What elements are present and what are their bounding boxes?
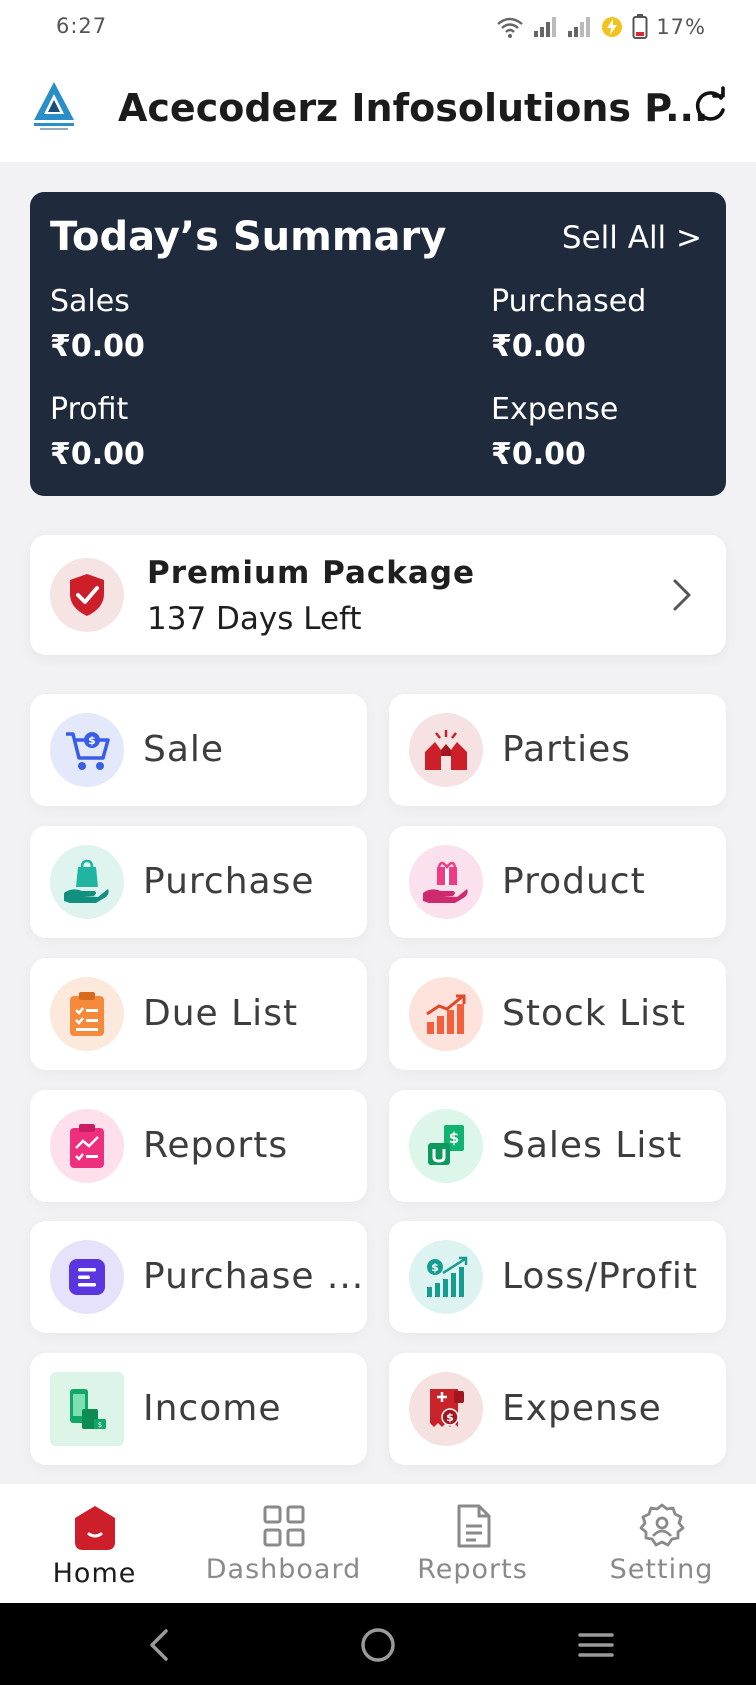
nav-dashboard[interactable]: Dashboard <box>189 1484 378 1603</box>
tile-purchase-list[interactable]: Purchase ... <box>30 1221 367 1333</box>
tile-label: Expense <box>502 1388 662 1429</box>
document-icon <box>457 1504 490 1548</box>
logo-icon <box>34 82 74 130</box>
todays-summary-card: Today’s Summary Sell All > Sales ₹0.00 P… <box>30 192 726 496</box>
summary-purchased: Purchased ₹0.00 <box>491 284 646 364</box>
premium-days-left: 137 Days Left <box>147 601 362 637</box>
mobile-money-icon: $ <box>50 1372 124 1446</box>
home-circle-icon[interactable] <box>356 1623 400 1667</box>
tile-label: Loss/Profit <box>502 1256 698 1297</box>
summary-profit: Profit ₹0.00 <box>50 392 145 472</box>
expense-label: Expense <box>491 392 619 427</box>
sales-label: Sales <box>50 284 130 319</box>
tile-stock-list[interactable]: Stock List <box>389 958 726 1070</box>
chevron-right-icon <box>673 579 691 611</box>
tile-sale[interactable]: $ Sale <box>30 694 367 806</box>
battery-saver-icon <box>602 17 623 37</box>
summary-sales: Sales ₹0.00 <box>50 284 145 364</box>
purchased-value: ₹0.00 <box>491 329 586 364</box>
premium-title: Premium Package <box>147 555 476 591</box>
battery-icon <box>632 14 648 39</box>
company-logo[interactable] <box>30 80 78 132</box>
tile-income[interactable]: $ Income <box>30 1353 367 1465</box>
bottom-navigation: Home Dashboard Reports Setting <box>0 1484 756 1603</box>
nav-label: Dashboard <box>205 1554 362 1585</box>
shopping-bag-hand-icon <box>50 845 124 919</box>
status-icons: 17% <box>496 12 706 42</box>
grid-icon <box>263 1505 304 1547</box>
premium-package-card[interactable]: Premium Package 137 Days Left <box>30 535 726 655</box>
tile-label: Stock List <box>502 993 687 1034</box>
nav-label: Reports <box>417 1554 528 1585</box>
gift-hand-icon <box>409 845 483 919</box>
svg-text:$: $ <box>88 734 96 747</box>
profit-value: ₹0.00 <box>50 437 145 472</box>
refresh-icon[interactable] <box>690 86 730 126</box>
handshake-icon <box>409 713 483 787</box>
purchased-label: Purchased <box>491 284 647 319</box>
gear-icon <box>639 1503 684 1547</box>
nav-home[interactable]: Home <box>0 1484 189 1603</box>
tile-due-list[interactable]: Due List <box>30 958 367 1070</box>
receipt-dollar-icon: $ <box>409 1372 483 1446</box>
nav-reports[interactable]: Reports <box>378 1484 567 1603</box>
svg-text:$: $ <box>446 1411 454 1424</box>
expense-value: ₹0.00 <box>491 437 586 472</box>
tile-label: Sale <box>143 729 225 770</box>
shopping-cart-icon: $ <box>50 713 124 787</box>
sell-all-link[interactable]: Sell All > <box>562 220 702 256</box>
status-bar: 6:27 17% <box>0 0 756 56</box>
tile-parties[interactable]: Parties <box>389 694 726 806</box>
app-bar: Acecoderz Infosolutions P... <box>0 56 756 162</box>
tile-loss-profit[interactable]: $ Loss/Profit <box>389 1221 726 1333</box>
svg-text:$: $ <box>431 1261 439 1274</box>
tile-label: Sales List <box>502 1125 683 1166</box>
svg-text:$: $ <box>449 1129 459 1147</box>
nav-label: Setting <box>609 1554 714 1585</box>
recents-icon[interactable] <box>574 1623 618 1667</box>
signal-icon <box>534 17 557 37</box>
sales-value: ₹0.00 <box>50 329 145 364</box>
growth-chart-icon: $ <box>409 1240 483 1314</box>
tile-sales-list[interactable]: $ Sales List <box>389 1090 726 1202</box>
tile-expense[interactable]: $ Expense <box>389 1353 726 1465</box>
tile-label: Reports <box>143 1125 289 1166</box>
document-list-icon <box>50 1240 124 1314</box>
back-icon[interactable] <box>138 1623 182 1667</box>
system-navigation-bar <box>0 1603 756 1685</box>
report-clipboard-icon <box>50 1109 124 1183</box>
profit-label: Profit <box>50 392 129 427</box>
shield-check-icon <box>50 558 124 632</box>
tile-label: Income <box>143 1388 282 1429</box>
tile-label: Parties <box>502 729 631 770</box>
tile-label: Purchase ... <box>143 1256 365 1297</box>
tile-label: Purchase <box>143 861 315 902</box>
app-title: Acecoderz Infosolutions P... <box>118 86 709 130</box>
clipboard-checklist-icon <box>50 977 124 1051</box>
money-ticket-icon: $ <box>409 1109 483 1183</box>
tile-label: Due List <box>143 993 299 1034</box>
status-time: 6:27 <box>56 14 108 38</box>
nav-setting[interactable]: Setting <box>567 1484 756 1603</box>
tile-purchase[interactable]: Purchase <box>30 826 367 938</box>
tile-product[interactable]: Product <box>389 826 726 938</box>
nav-label: Home <box>52 1558 137 1589</box>
bar-chart-icon <box>409 977 483 1051</box>
wifi-icon <box>497 17 524 38</box>
summary-title: Today’s Summary <box>50 214 447 260</box>
home-icon <box>74 1506 115 1550</box>
tile-reports[interactable]: Reports <box>30 1090 367 1202</box>
summary-expense: Expense ₹0.00 <box>491 392 618 472</box>
tile-label: Product <box>502 861 646 902</box>
svg-text:$: $ <box>98 1421 102 1429</box>
signal-icon <box>568 17 591 37</box>
battery-percent: 17% <box>656 15 706 39</box>
